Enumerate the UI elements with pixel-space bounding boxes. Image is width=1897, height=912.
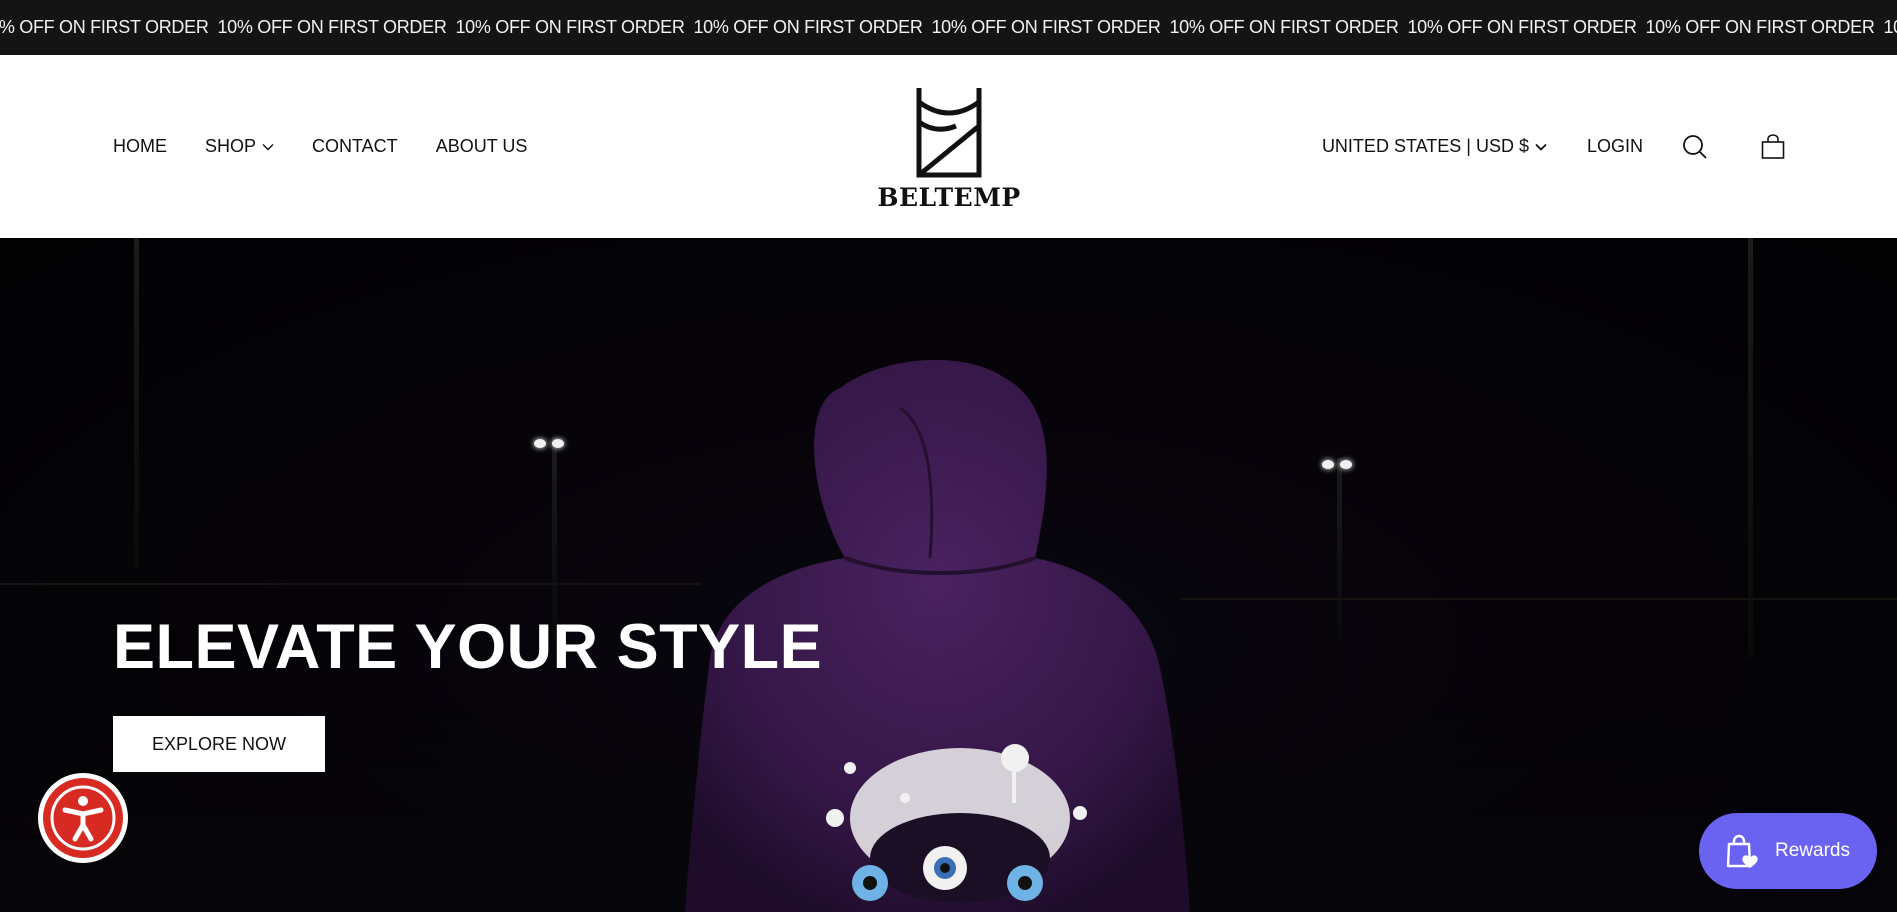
- chevron-down-icon: [262, 143, 274, 150]
- cart-icon: [1761, 133, 1785, 159]
- hero-banner: ELEVATE YOUR STYLE EXPLORE NOW: [0, 238, 1897, 912]
- search-button[interactable]: [1681, 133, 1709, 161]
- chevron-down-icon: [1535, 143, 1547, 151]
- currency-label: UNITED STATES | USD $: [1321, 136, 1529, 156]
- logo-text: BELTEMP: [877, 183, 1021, 212]
- explore-now-button[interactable]: EXPLORE NOW: [113, 716, 325, 772]
- nav-home-link[interactable]: HOME: [113, 136, 167, 157]
- accessibility-badge: [43, 778, 123, 858]
- rewards-button[interactable]: Rewards: [1699, 813, 1877, 889]
- announcement-item: 10% OFF ON FIRST ORDER: [1645, 17, 1875, 37]
- nav-contact-link[interactable]: CONTACT: [312, 136, 398, 157]
- announcement-item: 10% OFF ON FIRST ORDER: [931, 17, 1161, 37]
- nav-about-link[interactable]: ABOUT US: [436, 136, 528, 157]
- announcement-item: 10% OFF ON FIRST ORDER: [1407, 17, 1637, 37]
- announcement-item: 10% OFF ON FIRST ORDER: [217, 17, 447, 37]
- ground-line: [0, 583, 700, 585]
- currency-selector[interactable]: UNITED STATES | USD $: [1322, 136, 1547, 157]
- shopping-bag-heart-icon: [1726, 834, 1758, 868]
- nav-shop-label: SHOP: [205, 136, 257, 156]
- street-pole: [134, 238, 139, 568]
- login-link[interactable]: LOGIN: [1587, 136, 1643, 157]
- street-lamp: [1322, 460, 1334, 469]
- brand-logo[interactable]: BELTEMP: [877, 88, 1020, 213]
- announcement-item: 10% OFF ON FIRST ORDER: [693, 17, 923, 37]
- announcement-item: 10% OFF ON FIRST ORDER: [0, 17, 209, 37]
- street-pole: [1748, 238, 1753, 658]
- announcement-item: 10% OFF ON FIRST ORDER: [455, 17, 685, 37]
- announcement-item: 10% OFF ON FIRST ORDER: [1169, 17, 1399, 37]
- accessibility-button[interactable]: [38, 773, 128, 863]
- header-actions: UNITED STATES | USD $ LOGIN: [1322, 55, 1787, 238]
- site-header: HOME SHOP CONTACT ABOUT US BELTEMP UNITE…: [0, 55, 1897, 238]
- street-pole: [1337, 458, 1342, 638]
- nav-shop-link[interactable]: SHOP: [205, 136, 274, 157]
- rewards-label: Rewards: [1775, 840, 1850, 861]
- announcement-track: 10% OFF ON FIRST ORDER 10% OFF ON FIRST …: [0, 0, 1897, 55]
- accessibility-icon: [50, 785, 116, 851]
- street-lamp: [1340, 460, 1352, 469]
- ground-line: [1180, 598, 1897, 600]
- street-pole: [552, 438, 557, 638]
- hero-title: ELEVATE YOUR STYLE: [113, 612, 823, 682]
- search-icon: [1683, 134, 1707, 159]
- announcement-bar: 10% OFF ON FIRST ORDER 10% OFF ON FIRST …: [0, 0, 1897, 55]
- street-lamp: [552, 439, 564, 448]
- main-nav: HOME SHOP CONTACT ABOUT US: [113, 55, 565, 238]
- announcement-item: 10% OFF ON FIRST ORDER: [1883, 17, 1897, 37]
- logo-mark-icon: [916, 88, 982, 178]
- street-lamp: [534, 439, 546, 448]
- cart-button[interactable]: [1759, 133, 1787, 161]
